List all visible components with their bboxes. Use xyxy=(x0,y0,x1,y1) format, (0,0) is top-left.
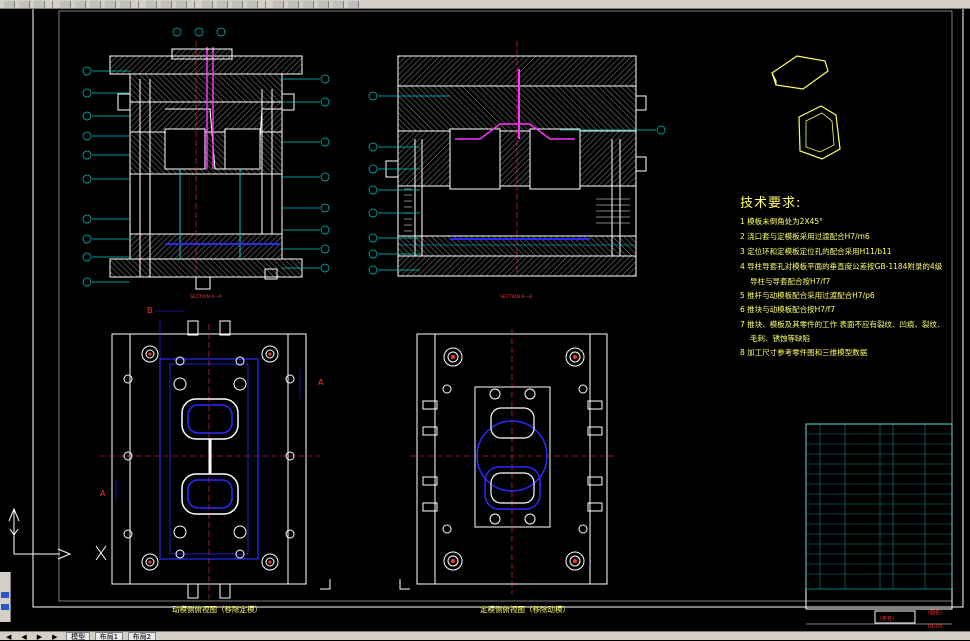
open-icon[interactable] xyxy=(19,0,30,8)
section-bb-label: SECTION B—B xyxy=(500,294,532,300)
tech-num: 5 xyxy=(740,291,745,300)
cut-label-b: B xyxy=(147,306,153,315)
title-block-drawing: (图名) xyxy=(928,609,942,616)
tech-text: 推杆与动模板配合采用过渡配合H7/p6 xyxy=(747,291,875,300)
cad-toolbar xyxy=(0,0,970,9)
properties-icon[interactable] xyxy=(273,0,284,8)
tech-text: 模板未倒角处为2X45° xyxy=(747,217,823,226)
toolbar-separator xyxy=(265,0,266,8)
save-icon[interactable] xyxy=(34,0,45,8)
ucs-icon xyxy=(8,507,107,561)
title-block-code: 01-00 xyxy=(928,624,943,630)
match-properties-icon[interactable] xyxy=(146,0,157,8)
tech-requirement-6: 6 推块与动模板配合按H7/f7 xyxy=(740,304,835,315)
tech-text: 加工尺寸参考零件图和三维模型数据 xyxy=(747,348,868,357)
new-icon[interactable] xyxy=(4,0,15,8)
fixed-half-plan-view xyxy=(410,329,615,594)
section-bb-view xyxy=(368,41,666,277)
fixed-half-caption: 定模侧俯视图（移除动模） xyxy=(480,604,570,614)
zoom-window-icon[interactable] xyxy=(232,0,243,8)
tech-num: 6 xyxy=(740,305,745,314)
tech-text: 推块、模板及其零件的工作 表面不应有裂纹、凹痕、裂纹、 xyxy=(747,320,945,329)
tech-text: 定位环和定模板定位孔的配合采用H11/b11 xyxy=(747,247,892,256)
moving-half-plan-view xyxy=(100,319,320,599)
toolbar-separator xyxy=(138,0,139,8)
strip-indicator xyxy=(1,604,9,610)
tech-requirement-5: 5 推杆与动模板配合采用过渡配合H7/p6 xyxy=(740,290,875,301)
markup-icon[interactable] xyxy=(318,0,329,8)
redo-icon[interactable] xyxy=(176,0,187,8)
tech-requirement-7: 7 推块、模板及其零件的工作 表面不应有裂纹、凹痕、裂纹、 xyxy=(740,319,945,330)
undo-icon[interactable] xyxy=(161,0,172,8)
print-icon[interactable] xyxy=(60,0,71,8)
tech-num: 1 xyxy=(740,217,745,226)
tool-palettes-icon[interactable] xyxy=(303,0,314,8)
tech-text: 推块与动模板配合按H7/f7 xyxy=(747,305,836,314)
tech-requirement-3: 3 定位环和定模板定位孔的配合采用H11/b11 xyxy=(740,246,892,257)
tech-num: 3 xyxy=(740,247,745,256)
cut-label-a-right: A xyxy=(318,378,324,387)
tech-num: 2 xyxy=(740,232,745,241)
tech-requirement-2: 2 浇口套与定模板采用过渡配合H7/m6 xyxy=(740,231,870,242)
help-icon[interactable] xyxy=(348,0,359,8)
command-side-strip[interactable] xyxy=(0,572,11,622)
tech-requirement-4: 4 导柱导套孔对模板平面的垂直度公差按GB-1184附录的4级 xyxy=(740,261,942,272)
tech-num: 4 xyxy=(740,262,745,271)
tech-requirement-1: 1 模板未倒角处为2X45° xyxy=(740,216,823,227)
zoom-realtime-icon[interactable] xyxy=(217,0,228,8)
strip-indicator xyxy=(1,592,9,598)
calculator-icon[interactable] xyxy=(333,0,344,8)
tech-text: 浇口套与定模板采用过渡配合H7/m6 xyxy=(747,232,870,241)
toolbar-separator xyxy=(52,0,53,8)
isometric-part-views xyxy=(771,55,841,160)
preview-icon[interactable] xyxy=(75,0,86,8)
title-block xyxy=(805,423,953,625)
tech-requirement-4b: 导柱与导套配合按H7/f7 xyxy=(750,276,830,287)
tech-text: 导柱与导套配合按H7/f7 xyxy=(750,277,831,286)
tech-text: 毛刺、锈蚀等缺陷 xyxy=(750,334,810,343)
zoom-previous-icon[interactable] xyxy=(247,0,258,8)
tech-requirement-7b: 毛刺、锈蚀等缺陷 xyxy=(750,333,810,344)
copy-icon[interactable] xyxy=(105,0,116,8)
tech-num: 7 xyxy=(740,320,745,329)
cut-icon[interactable] xyxy=(90,0,101,8)
paste-icon[interactable] xyxy=(120,0,131,8)
section-aa-view xyxy=(82,27,330,291)
tech-text: 导柱导套孔对模板平面的垂直度公差按GB-1184附录的4级 xyxy=(747,262,943,271)
cut-label-a-left: A xyxy=(100,489,106,498)
title-block-school: (校名) xyxy=(880,615,894,622)
tech-requirements-title: 技术要求: xyxy=(740,196,802,211)
pan-icon[interactable] xyxy=(202,0,213,8)
toolbar-separator xyxy=(194,0,195,8)
design-center-icon[interactable] xyxy=(288,0,299,8)
tech-num: 8 xyxy=(740,348,745,357)
moving-half-caption: 动模侧俯视图（移除定模） xyxy=(172,604,262,614)
section-aa-label: SECTION A—A xyxy=(190,294,223,300)
tech-requirement-8: 8 加工尺寸参考零件图和三维模型数据 xyxy=(740,347,867,358)
